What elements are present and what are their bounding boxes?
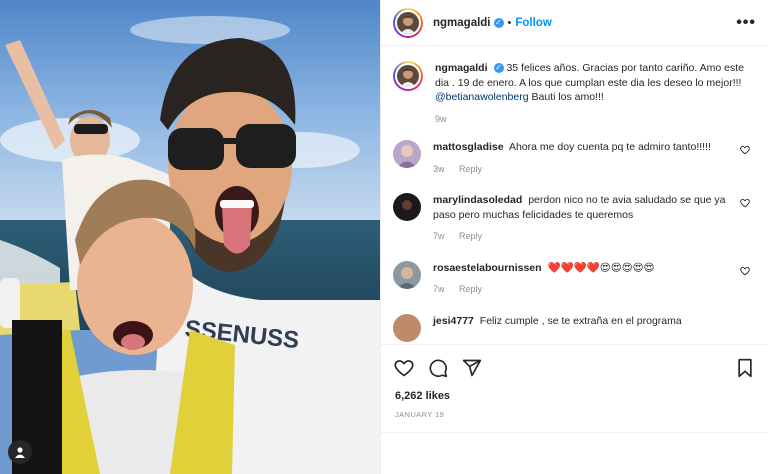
comment-item: jesi4777 Feliz cumple , se te extraña en… <box>393 313 754 342</box>
heart-icon[interactable] <box>393 357 415 379</box>
comment-like-heart-icon[interactable] <box>740 198 750 208</box>
caption-time[interactable]: 9w <box>435 114 447 124</box>
user-tag-icon[interactable] <box>8 440 32 464</box>
caption-meta: 9w <box>435 112 754 127</box>
verified-badge-icon: ✓ <box>493 63 504 74</box>
share-icon[interactable] <box>461 357 483 379</box>
comment-item: marylindasoledad perdon nico no te avia … <box>393 193 754 244</box>
comment-icon[interactable] <box>427 357 449 379</box>
commenter-avatar[interactable] <box>393 193 421 221</box>
likes-count[interactable]: 6,262 likes <box>395 390 450 402</box>
comment-meta: 3w Reply <box>433 162 732 177</box>
comment-item: rosaestelabournissen ❤️❤️❤️❤️😍😍😍😍😍 7w Re… <box>393 260 754 297</box>
comment-username[interactable]: jesi4777 <box>433 315 474 327</box>
reply-button[interactable]: Reply <box>459 284 482 294</box>
comment-text: Ahora me doy cuenta pq te admiro tanto!!… <box>508 141 711 153</box>
post-actions-bar <box>381 344 768 390</box>
comment-time[interactable]: 3w <box>433 164 445 174</box>
comment-time[interactable]: 7w <box>433 231 445 241</box>
caption-avatar[interactable] <box>393 61 423 91</box>
comment-username[interactable]: marylindasoledad <box>433 194 522 206</box>
post-caption: ngmagaldi ✓ 35 felices años. Gracias por … <box>393 61 754 126</box>
caption-username[interactable]: ngmagaldi <box>435 62 488 74</box>
commenter-avatar[interactable] <box>393 313 421 342</box>
comments-list[interactable]: ngmagaldi ✓ 35 felices años. Gracias por … <box>381 47 768 344</box>
follow-button[interactable]: Follow <box>515 17 551 29</box>
comment-like-heart-icon[interactable] <box>740 145 750 155</box>
comment-username[interactable]: mattosgladise <box>433 141 504 153</box>
post-details-panel: ngmagaldi ✓ • Follow ••• ngmagaldi ✓ 35 f… <box>380 0 768 474</box>
commenter-avatar[interactable] <box>393 140 421 168</box>
more-options-icon[interactable]: ••• <box>736 14 756 32</box>
comment-like-heart-icon[interactable] <box>740 266 750 276</box>
divider <box>381 432 768 433</box>
post-photo[interactable]: SSENUSS <box>0 0 380 474</box>
comment-meta: 7w Reply <box>433 229 732 244</box>
photo-illustration: SSENUSS <box>0 0 380 474</box>
comment-text: Feliz cumple , se te extraña en el progr… <box>479 314 682 327</box>
caption-text-after: Bauti los amo!!! <box>528 91 604 103</box>
post-date[interactable]: January 19 <box>395 410 444 419</box>
verified-badge-icon: ✓ <box>493 17 504 28</box>
comment-item: mattosgladise Ahora me doy cuenta pq te … <box>393 140 754 176</box>
post-header: ngmagaldi ✓ • Follow ••• <box>381 0 768 46</box>
comment-text: ❤️❤️❤️❤️😍😍😍😍😍 <box>547 261 655 274</box>
author-username[interactable]: ngmagaldi <box>433 17 491 29</box>
comment-time[interactable]: 7w <box>433 284 445 294</box>
separator-dot: • <box>507 16 512 29</box>
caption-mention-link[interactable]: @betianawolenberg <box>435 91 529 103</box>
reply-button[interactable]: Reply <box>459 164 482 174</box>
commenter-avatar[interactable] <box>393 260 421 289</box>
comment-meta: 7w Reply <box>433 282 732 297</box>
reply-button[interactable]: Reply <box>459 231 482 241</box>
comment-username[interactable]: rosaestelabournissen <box>433 262 542 274</box>
bookmark-icon[interactable] <box>734 357 756 379</box>
author-avatar[interactable] <box>393 7 423 38</box>
